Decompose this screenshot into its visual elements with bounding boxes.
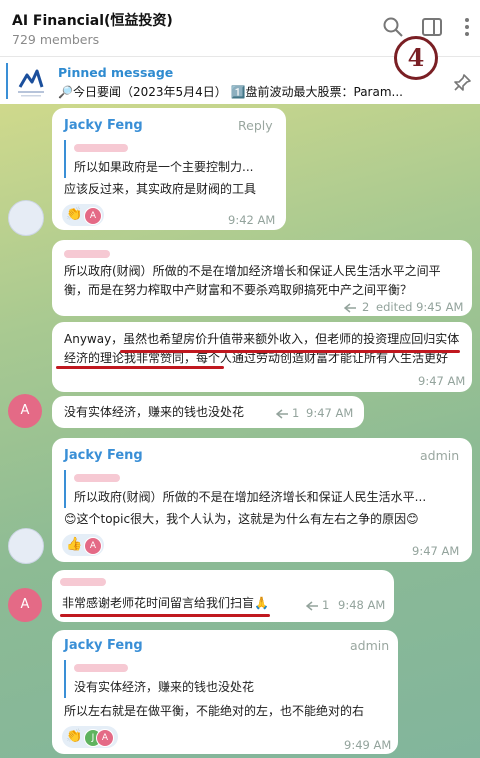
reply-label[interactable]: Reply — [238, 118, 273, 133]
admin-label: admin — [350, 638, 390, 653]
message-bubble[interactable]: 没有实体经济，赚来的钱也没处花 1 9:47 AM — [52, 396, 364, 428]
avatar[interactable]: A — [8, 588, 42, 622]
avatar[interactable]: A — [8, 394, 42, 428]
message-text: 没有实体经济，赚来的钱也没处花 — [64, 405, 245, 419]
member-count: 729 members — [12, 32, 100, 47]
avatar[interactable] — [8, 200, 44, 236]
avatar[interactable] — [8, 528, 44, 564]
quote-bar — [64, 660, 66, 698]
timestamp: 9:47 AM — [306, 406, 354, 420]
timestamp: 9:47 AM — [418, 374, 466, 388]
timestamp: 9:42 AM — [228, 213, 276, 227]
clap-icon: 👏 — [66, 729, 83, 744]
reply-count[interactable]: 1 — [292, 406, 299, 420]
message-text: 非常感谢老师花时间留言给我们扫盲🙏 — [62, 596, 269, 610]
thumbs-up-icon: 👍 — [66, 537, 83, 552]
annotation-underline — [60, 614, 270, 617]
reply-count[interactable]: 2 — [362, 300, 369, 314]
reply-arrow-icon[interactable] — [306, 600, 320, 612]
message-text: Anyway，虽然也希望房价升值带来额外收入，但老师的投资理应回归实体经济的理论… — [64, 332, 460, 365]
reaction-pill[interactable]: 👏 J A — [62, 726, 118, 748]
message-text: 所以左右就是在做平衡，不能绝对的左，也不能绝对的右 — [64, 704, 365, 718]
sender-name[interactable]: Jacky Feng — [64, 118, 143, 133]
more-options-icon[interactable] — [456, 16, 478, 38]
quote-bar — [64, 470, 66, 508]
quoted-text[interactable]: 没有实体经济，赚来的钱也没处花 — [74, 678, 374, 695]
redacted-name — [60, 578, 106, 586]
reply-count[interactable]: 1 — [322, 598, 329, 612]
admin-label: admin — [420, 448, 460, 463]
message-text: 😊这个topic很大，我个人认为，这就是为什么有左右之争的原因😊 — [64, 512, 419, 526]
quote-bar — [64, 140, 66, 178]
annotation-badge: 4 — [394, 36, 438, 80]
pinned-indicator — [6, 63, 8, 99]
timestamp: edited 9:45 AM — [376, 300, 464, 314]
annotation-underline — [56, 366, 224, 369]
redacted-name — [64, 250, 110, 258]
chat-area[interactable]: Jacky Feng Reply 所以如果政府是一个主要控制力... 应该反过来… — [0, 104, 480, 758]
message-text: 所以政府(财阀）所做的不是在增加经济增长和保证人民生活水平之间平衡，而是在努力榨… — [64, 264, 441, 297]
pinned-logo-icon — [18, 69, 44, 97]
reply-arrow-icon[interactable] — [344, 302, 358, 314]
annotation-underline — [120, 350, 460, 353]
sender-name[interactable]: Jacky Feng — [64, 448, 143, 463]
timestamp: 9:48 AM — [338, 598, 386, 612]
message-text: 应该反过来，其实政府是财阀的工具 — [64, 182, 257, 196]
reaction-pill[interactable]: 👏 A — [62, 204, 104, 226]
reaction-avatar: A — [84, 207, 102, 225]
message-bubble[interactable]: Jacky Feng Reply 所以如果政府是一个主要控制力... 应该反过来… — [52, 108, 286, 230]
reaction-avatar: A — [96, 729, 114, 747]
message-bubble[interactable]: Jacky Feng admin 没有实体经济，赚来的钱也没处花 所以左右就是在… — [52, 630, 398, 754]
unpin-icon[interactable] — [452, 73, 472, 93]
pinned-label: Pinned message — [58, 65, 174, 80]
redacted-name — [74, 144, 128, 152]
quoted-text[interactable]: 所以如果政府是一个主要控制力... — [74, 158, 274, 175]
quoted-text[interactable]: 所以政府(财阀）所做的不是在增加经济增长和保证人民生活水平... — [74, 488, 459, 505]
pinned-text: 🔎今日要闻（2023年5月4日） 1️⃣盘前波动最大股票：Param... — [58, 85, 403, 99]
message-bubble[interactable]: 所以政府(财阀）所做的不是在增加经济增长和保证人民生活水平之间平衡，而是在努力榨… — [52, 240, 472, 316]
sender-name[interactable]: Jacky Feng — [64, 638, 143, 653]
message-bubble[interactable]: Anyway，虽然也希望房价升值带来额外收入，但老师的投资理应回归实体经济的理论… — [52, 322, 472, 392]
sidebar-toggle-icon[interactable] — [421, 16, 443, 38]
reaction-pill[interactable]: 👍 A — [62, 534, 104, 556]
reaction-avatar: A — [84, 537, 102, 555]
search-icon[interactable] — [382, 16, 404, 38]
message-bubble[interactable]: 非常感谢老师花时间留言给我们扫盲🙏 1 9:48 AM — [52, 570, 394, 622]
timestamp: 9:49 AM — [344, 738, 392, 752]
chat-title: AI Financial(恒益投资) — [12, 13, 173, 29]
clap-icon: 👏 — [66, 207, 83, 222]
redacted-name — [74, 664, 128, 672]
redacted-name — [74, 474, 120, 482]
message-bubble[interactable]: Jacky Feng admin 所以政府(财阀）所做的不是在增加经济增长和保证… — [52, 438, 472, 562]
reply-arrow-icon[interactable] — [276, 408, 290, 420]
timestamp: 9:47 AM — [412, 544, 460, 558]
